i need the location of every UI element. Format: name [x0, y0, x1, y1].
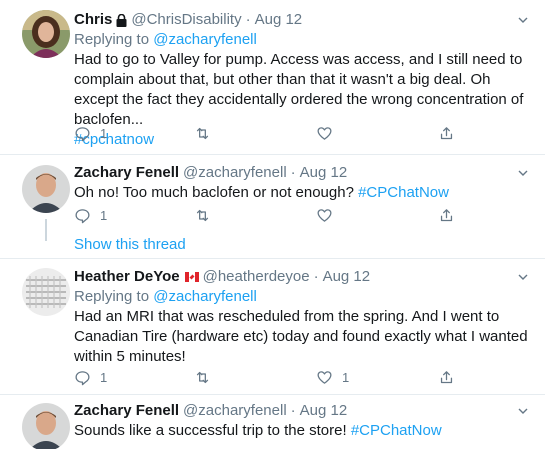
avatar-chris[interactable] — [22, 10, 70, 58]
reply-icon — [74, 207, 91, 224]
share-button[interactable] — [438, 123, 455, 143]
avatar-zachary[interactable] — [22, 403, 70, 449]
tweet-actions: 1 — [74, 205, 484, 225]
retweet-icon — [194, 125, 211, 142]
chevron-down-icon[interactable] — [517, 10, 533, 30]
author-handle[interactable]: @heatherdeyoe — [203, 267, 310, 287]
like-button[interactable] — [316, 123, 333, 143]
chevron-down-icon[interactable] — [517, 267, 533, 287]
replying-prefix: Replying to — [74, 31, 154, 48]
share-icon — [438, 207, 455, 224]
author-handle[interactable]: @ChrisDisability — [131, 10, 241, 30]
reply-button[interactable]: 1 — [74, 123, 107, 143]
like-button[interactable] — [316, 205, 333, 225]
reply-button[interactable]: 1 — [74, 367, 107, 387]
reply-count: 1 — [100, 125, 108, 141]
separator: · — [290, 402, 296, 419]
like-count: 1 — [342, 369, 350, 385]
tweet-header: Chris @ChrisDisability · Aug 12 — [74, 10, 533, 30]
like-button[interactable]: 1 — [316, 367, 349, 387]
tweet-zachary-2[interactable]: Zachary Fenell @zacharyfenell · Aug 12 S… — [0, 395, 545, 449]
separator: · — [313, 268, 319, 285]
reply-icon — [74, 369, 91, 386]
tweet-chris[interactable]: Chris @ChrisDisability · Aug 12 Replying… — [0, 0, 545, 154]
tweet-date[interactable]: Aug 12 — [323, 267, 371, 287]
tweet-text-body: Oh no! Too much baclofen or not enough? — [74, 184, 359, 201]
avatar-heather[interactable] — [22, 268, 70, 316]
tweet-actions: 1 — [74, 123, 484, 143]
replying-to-link[interactable]: @zacharyfenell — [153, 31, 257, 48]
author-handle[interactable]: @zacharyfenell — [183, 401, 287, 421]
author-handle[interactable]: @zacharyfenell — [183, 163, 287, 183]
retweet-button[interactable] — [194, 205, 211, 225]
canada-flag-icon — [184, 272, 199, 282]
chevron-down-icon[interactable] — [517, 401, 533, 421]
hashtag-link[interactable]: #CPChatNow — [358, 184, 449, 201]
like-icon — [316, 369, 333, 386]
tweet-date[interactable]: Aug 12 — [300, 163, 348, 183]
tweet-header: Heather DeYoe @heatherdeyoe · Aug 12 — [74, 267, 533, 287]
replying-to: Replying to @zacharyfenell — [74, 287, 533, 307]
reply-button[interactable]: 1 — [74, 205, 107, 225]
tweet-heather[interactable]: Heather DeYoe @heatherdeyoe · Aug 12 Rep… — [0, 259, 545, 394]
thread-line — [45, 219, 47, 241]
reply-icon — [74, 125, 91, 142]
avatar-zachary[interactable] — [22, 165, 70, 213]
tweet-text-body: Had to go to Valley for pump. Access was… — [74, 51, 524, 128]
show-thread-link[interactable]: Show this thread — [74, 235, 186, 255]
retweet-icon — [194, 207, 211, 224]
retweet-icon — [194, 369, 211, 386]
retweet-button[interactable] — [194, 367, 211, 387]
timeline: Chris @ChrisDisability · Aug 12 Replying… — [0, 0, 545, 449]
tweet-zachary-1[interactable]: Zachary Fenell @zacharyfenell · Aug 12 O… — [0, 155, 545, 257]
tweet-actions: 1 1 — [74, 367, 484, 387]
lock-icon — [116, 13, 127, 27]
tweet-date[interactable]: Aug 12 — [300, 401, 348, 421]
share-button[interactable] — [438, 367, 455, 387]
tweet-header: Zachary Fenell @zacharyfenell · Aug 12 — [74, 401, 533, 421]
like-icon — [316, 207, 333, 224]
separator: · — [290, 164, 296, 181]
reply-count: 1 — [100, 369, 108, 385]
reply-count: 1 — [100, 207, 108, 223]
tweet-date[interactable]: Aug 12 — [255, 10, 303, 30]
tweet-text: Sounds like a successful trip to the sto… — [74, 421, 533, 441]
replying-prefix: Replying to — [74, 288, 154, 305]
author-name[interactable]: Zachary Fenell — [74, 401, 179, 421]
hashtag-link[interactable]: #CPChatNow — [351, 422, 442, 439]
separator: · — [245, 11, 251, 28]
retweet-button[interactable] — [194, 123, 211, 143]
author-name[interactable]: Chris — [74, 10, 112, 30]
tweet-text: Had an MRI that was rescheduled from the… — [74, 308, 528, 365]
share-icon — [438, 125, 455, 142]
share-button[interactable] — [438, 205, 455, 225]
replying-to-link[interactable]: @zacharyfenell — [153, 288, 257, 305]
chevron-down-icon[interactable] — [517, 163, 533, 183]
like-icon — [316, 125, 333, 142]
replying-to: Replying to @zacharyfenell — [74, 30, 533, 50]
tweet-text: Oh no! Too much baclofen or not enough? … — [74, 183, 533, 203]
author-name[interactable]: Heather DeYoe — [74, 267, 180, 287]
share-icon — [438, 369, 455, 386]
tweet-header: Zachary Fenell @zacharyfenell · Aug 12 — [74, 163, 533, 183]
author-name[interactable]: Zachary Fenell — [74, 163, 179, 183]
tweet-text-body: Sounds like a successful trip to the sto… — [74, 422, 351, 439]
